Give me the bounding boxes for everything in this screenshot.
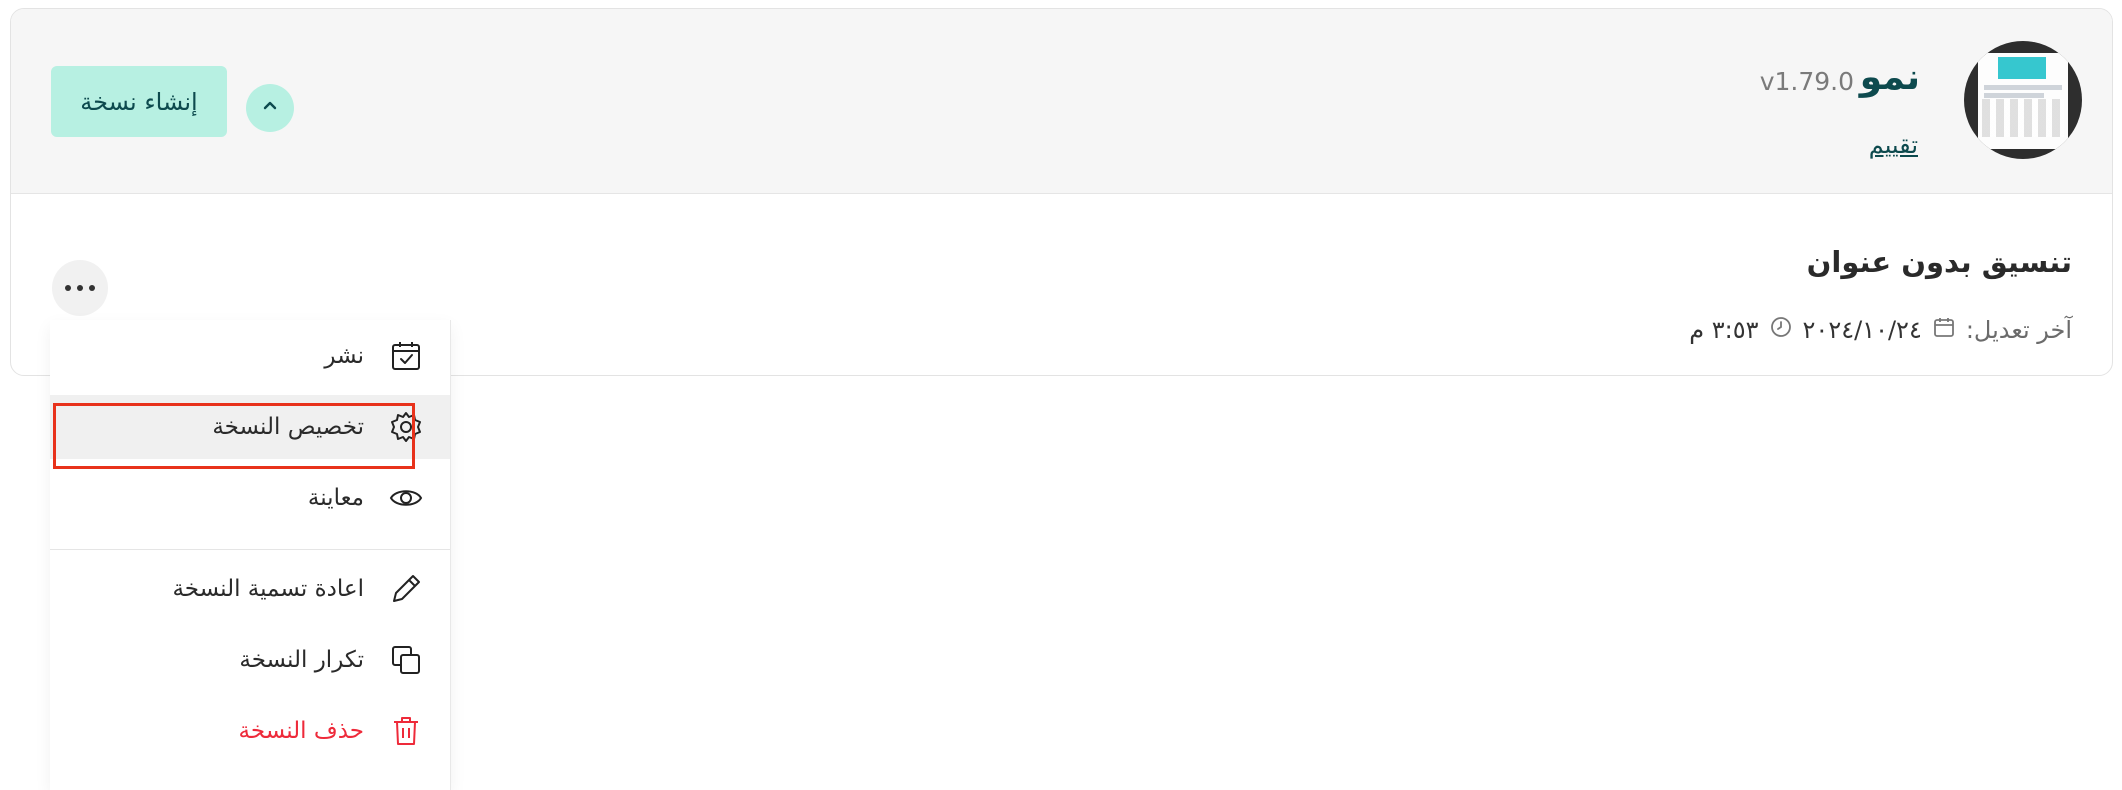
format-title: تنسيق بدون عنوان [1806,245,2072,279]
more-options-button[interactable] [52,260,108,316]
eye-icon [388,480,424,516]
chevron-up-icon [260,96,280,120]
options-menu: نشر تخصيص النسخة معاينة اعادة تسمية النس… [50,320,451,790]
menu-item-delete[interactable]: حذف النسخة [50,699,450,763]
last-modified-label: آخر تعديل: [1965,316,2072,344]
menu-item-label: نشر [324,343,364,369]
collapse-button[interactable] [246,84,294,132]
theme-name: نمو [1859,57,1920,98]
menu-item-label: تخصيص النسخة [212,414,364,440]
menu-item-preview[interactable]: معاينة [50,466,450,530]
last-modified-date: ٢٠٢٤/١٠/٢٤ [1802,316,1922,344]
pencil-icon [388,571,424,607]
menu-item-customize[interactable]: تخصيص النسخة [50,395,450,459]
menu-item-label: حذف النسخة [238,718,364,744]
last-modified: آخر تعديل: ٢٠٢٤/١٠/٢٤ ٣:٥٣ م [1689,315,2072,345]
trash-icon [388,713,424,749]
create-copy-button[interactable]: إنشاء نسخة [51,66,227,137]
theme-header: نمو v1.79.0 تقييم إنشاء نسخة [11,9,2112,194]
calendar-icon [1932,315,1956,345]
calendar-check-icon [388,338,424,374]
menu-item-publish[interactable]: نشر [50,324,450,388]
menu-item-duplicate[interactable]: تكرار النسخة [50,628,450,692]
theme-version: v1.79.0 [1759,67,1854,96]
rate-link[interactable]: تقييم [1869,131,1918,159]
clock-icon [1769,315,1793,345]
menu-item-label: تكرار النسخة [239,647,364,673]
menu-item-label: اعادة تسمية النسخة [172,576,364,602]
menu-item-rename[interactable]: اعادة تسمية النسخة [50,557,450,621]
menu-item-label: معاينة [307,485,364,511]
copy-icon [388,642,424,678]
last-modified-time: ٣:٥٣ م [1689,316,1759,344]
theme-thumbnail [1964,41,2082,159]
gear-icon [388,409,424,445]
menu-divider [50,549,450,550]
